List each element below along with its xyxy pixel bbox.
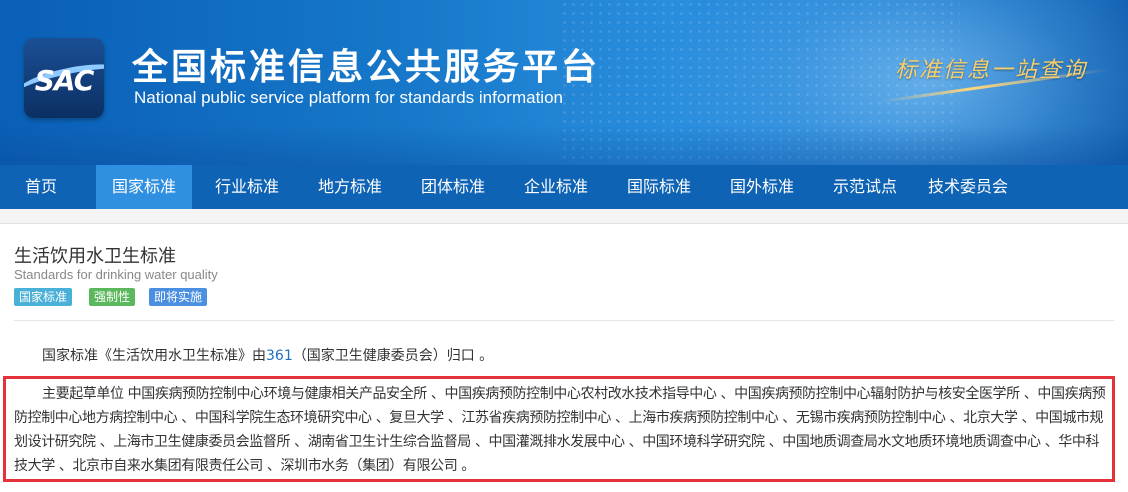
badge-mandatory: 强制性 bbox=[89, 288, 136, 306]
ownership-suffix: （国家卫生健康委员会）归口 。 bbox=[292, 348, 494, 364]
standard-title: 生活饮用水卫生标准 bbox=[14, 246, 176, 267]
site-title: 全国标准信息公共服务平台 bbox=[132, 47, 601, 88]
sac-logo[interactable]: SAC bbox=[24, 38, 104, 118]
main-nav: 首页 国家标准 行业标准 地方标准 团体标准 企业标准 国际标准 国外标准 示范… bbox=[0, 165, 1128, 209]
nav-local-standards[interactable]: 地方标准 bbox=[303, 165, 397, 209]
site-banner: SAC 全国标准信息公共服务平台 National public service… bbox=[0, 0, 1128, 165]
nav-pilot-demonstration[interactable]: 示范试点 bbox=[818, 165, 912, 209]
badge-upcoming: 即将实施 bbox=[149, 288, 208, 306]
site-slogan: 标准信息一站查询 bbox=[895, 58, 1088, 83]
logo-text: SAC bbox=[34, 64, 95, 97]
nav-international-standards[interactable]: 国际标准 bbox=[612, 165, 706, 209]
nav-home[interactable]: 首页 bbox=[0, 165, 82, 209]
nav-foreign-standards[interactable]: 国外标准 bbox=[715, 165, 809, 209]
standard-title-en: Standards for drinking water quality bbox=[14, 267, 218, 282]
ownership-prefix: 国家标准《生活饮用水卫生标准》由 bbox=[42, 348, 266, 364]
site-subtitle: National public service platform for sta… bbox=[134, 88, 563, 107]
banner-shade bbox=[0, 125, 1128, 165]
drafting-units-paragraph: 主要起草单位 中国疾病预防控制中心环境与健康相关产品安全所 、中国疾病预防控制中… bbox=[14, 386, 1106, 474]
section-divider bbox=[14, 320, 1114, 321]
nav-group-standards[interactable]: 团体标准 bbox=[406, 165, 500, 209]
nav-enterprise-standards[interactable]: 企业标准 bbox=[509, 165, 603, 209]
ownership-paragraph: 国家标准《生活饮用水卫生标准》由361（国家卫生健康委员会）归口 。 bbox=[42, 345, 493, 365]
nav-technical-committees[interactable]: 技术委员会 bbox=[916, 165, 1020, 209]
badge-national-standard: 国家标准 bbox=[14, 288, 73, 306]
nav-national-standards[interactable]: 国家标准 bbox=[96, 165, 192, 209]
nav-industry-standards[interactable]: 行业标准 bbox=[200, 165, 294, 209]
tc-number-link[interactable]: 361 bbox=[266, 348, 293, 364]
